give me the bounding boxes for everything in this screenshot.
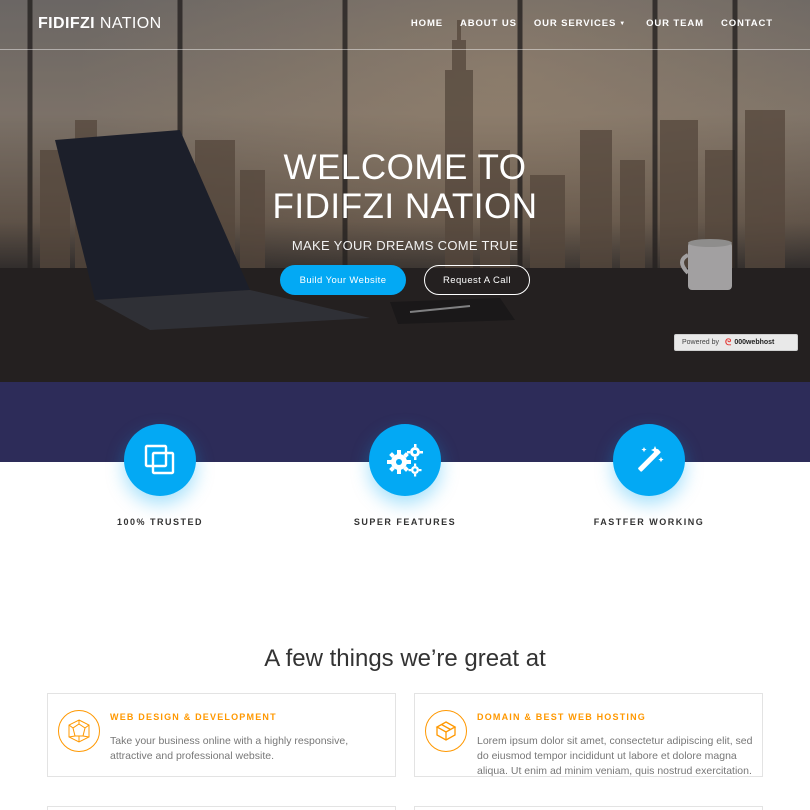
services-title: A few things we’re great at <box>264 645 546 672</box>
feature-trusted: 100% TRUSTED <box>60 424 260 527</box>
top-navbar: FIDIFZI NATION HOME ABOUT US OUR SERVICE… <box>0 0 810 50</box>
swirl-icon: ᘓ <box>724 337 732 347</box>
main-nav: HOME ABOUT US OUR SERVICES ▼ OUR TEAM CON… <box>394 18 773 29</box>
service-card-partial <box>47 806 396 810</box>
nav-item-label: ABOUT US <box>460 18 517 29</box>
feature-label: SUPER FEATURES <box>353 517 457 527</box>
nav-item-our-team[interactable]: OUR TEAM <box>646 18 704 29</box>
hero-title-line-1: WELCOME TO <box>283 148 527 187</box>
service-card-text: Lorem ipsum dolor sit amet, consectetur … <box>477 735 753 777</box>
service-card-hosting[interactable]: DOMAIN & BEST WEB HOSTING Lorem ipsum do… <box>414 693 763 777</box>
service-card-web-design[interactable]: WEB DESIGN & DEVELOPMENT Take your busin… <box>47 693 396 777</box>
brand-name-light: NATION <box>99 15 162 32</box>
service-card-partial <box>414 806 763 810</box>
cube-icon <box>425 710 467 752</box>
nav-item-label: HOME <box>410 18 443 29</box>
request-call-button[interactable]: Request A Call <box>424 265 530 295</box>
service-card-text: Take your business online with a highly … <box>110 735 349 762</box>
nav-item-contact[interactable]: CONTACT <box>721 18 773 29</box>
hero-title-line-2: FIDIFZI NATION <box>272 187 538 226</box>
caret-down-icon: ▼ <box>619 20 627 27</box>
brand-name-bold: FIDIFZI <box>38 15 96 32</box>
nav-item-home[interactable]: HOME <box>411 18 443 29</box>
hero-section: FIDIFZI NATION HOME ABOUT US OUR SERVICE… <box>0 0 810 382</box>
service-card-title: DOMAIN & BEST WEB HOSTING <box>477 712 646 722</box>
host-logo: ᘓ 000webhost <box>725 337 774 348</box>
feature-faster: FASTFER WORKING <box>549 424 749 527</box>
copy-icon <box>124 424 196 496</box>
powered-by-text: Powered by <box>682 339 719 346</box>
nav-item-label: CONTACT <box>720 18 773 29</box>
hero-title: WELCOME TO FIDIFZI NATION <box>0 148 810 226</box>
nav-item-label: OUR TEAM <box>646 18 704 29</box>
powered-by-badge[interactable]: Powered by ᘓ 000webhost <box>674 334 798 351</box>
nav-item-label: OUR SERVICES <box>533 18 617 29</box>
brand-logo[interactable]: FIDIFZI NATION <box>38 15 162 33</box>
feature-super: SUPER FEATURES <box>305 424 505 527</box>
feature-label: 100% TRUSTED <box>116 517 204 527</box>
nav-item-about-us[interactable]: ABOUT US <box>460 18 517 29</box>
magic-wand-icon <box>613 424 685 496</box>
gears-icon <box>369 424 441 496</box>
host-name: 000webhost <box>734 339 775 346</box>
hero-subtitle: MAKE YOUR DREAMS COME TRUE <box>291 238 519 253</box>
polygon-icon <box>58 710 100 752</box>
build-website-button[interactable]: Build Your Website <box>280 265 406 295</box>
nav-item-our-services[interactable]: OUR SERVICES ▼ <box>534 18 626 29</box>
service-card-title: WEB DESIGN & DEVELOPMENT <box>110 712 277 722</box>
feature-label: FASTFER WORKING <box>593 517 705 527</box>
